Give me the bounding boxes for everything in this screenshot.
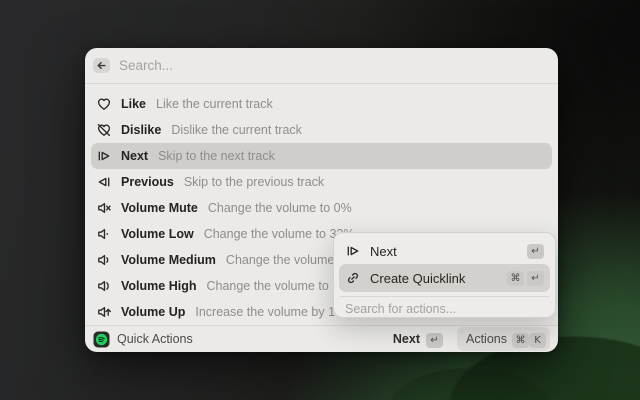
back-button[interactable] [93, 58, 110, 73]
link-icon [345, 270, 361, 286]
actions-button-label: Actions [466, 332, 507, 346]
key-return: ↵ [426, 333, 443, 348]
key-cmd: ⌘ [512, 333, 529, 348]
volume-up-icon [96, 304, 112, 320]
list-item-selected[interactable]: Next Skip to the next track [91, 143, 552, 169]
actions-popup-list: Next ↵ Create Quicklink ⌘↵ [339, 238, 550, 292]
volume-high-icon [96, 278, 112, 294]
skip-back-icon [96, 174, 112, 190]
volume-medium-icon [96, 252, 112, 268]
volume-low-icon [96, 226, 112, 242]
actions-button-keys: ⌘K [512, 330, 546, 348]
action-item[interactable]: Next ↵ [339, 238, 550, 264]
primary-action-label: Next [393, 332, 420, 346]
key-cmd: ⌘ [507, 271, 524, 286]
heart-icon [96, 96, 112, 112]
actions-button[interactable]: Actions ⌘K [457, 327, 550, 351]
skip-forward-icon [96, 148, 112, 164]
actions-popup: Next ↵ Create Quicklink ⌘↵ [333, 232, 556, 318]
search-bar [85, 48, 558, 83]
actions-search-input[interactable] [339, 297, 550, 321]
volume-mute-icon [96, 200, 112, 216]
key-k: K [529, 333, 546, 348]
search-input[interactable] [119, 58, 548, 73]
key-return: ↵ [527, 244, 544, 259]
action-item-selected[interactable]: Create Quicklink ⌘↵ [339, 264, 550, 292]
spotify-icon [93, 331, 110, 348]
primary-action-button[interactable]: Next ↵ [393, 330, 443, 348]
list-item[interactable]: Previous Skip to the previous track [91, 169, 552, 195]
heart-off-icon [96, 122, 112, 138]
primary-action-keys: ↵ [426, 330, 443, 348]
list-item[interactable]: Volume Mute Change the volume to 0% [91, 195, 552, 221]
arrow-left-icon [96, 60, 107, 71]
command-palette-window: Like Like the current track Dislike Disl… [85, 48, 558, 352]
footer-bar: Quick Actions Next ↵ Actions ⌘K [85, 325, 558, 352]
key-return: ↵ [527, 271, 544, 286]
footer-title: Quick Actions [117, 332, 193, 346]
list-item[interactable]: Like Like the current track [91, 91, 552, 117]
skip-forward-icon [345, 243, 361, 259]
list-item[interactable]: Dislike Dislike the current track [91, 117, 552, 143]
